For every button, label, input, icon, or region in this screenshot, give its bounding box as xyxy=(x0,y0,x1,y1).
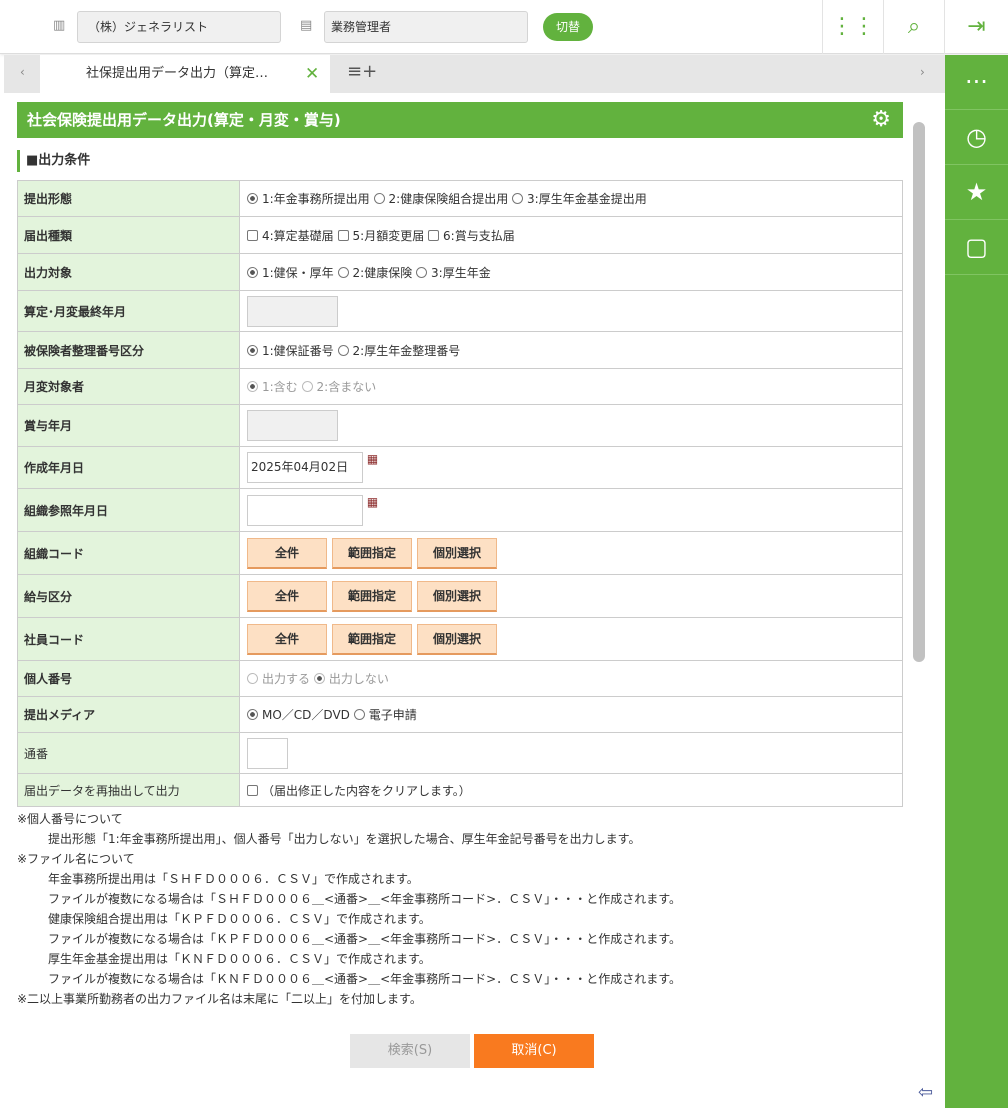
org-range-button[interactable]: 範囲指定 xyxy=(332,537,412,569)
conditions-table: 提出形態 1:年金事務所提出用 2:健康保険組合提出用 3:厚生年金基金提出用 届… xyxy=(17,180,903,807)
close-tab-icon[interactable]: ✕ xyxy=(305,55,319,93)
label-pay-class: 給与区分 xyxy=(17,574,240,618)
pay-individual-button[interactable]: 個別選択 xyxy=(417,580,497,612)
notice-type-checkboxes[interactable]: 4:算定基礎届 5:月額変更届 6:賞与支払届 xyxy=(239,216,903,254)
label-employee-code: 社員コード xyxy=(17,617,240,661)
building-icon: ▥ xyxy=(53,18,66,33)
label-final-month: 算定･月変最終年月 xyxy=(17,290,240,332)
logout-icon[interactable]: ⇥ xyxy=(944,0,1008,54)
label-notice-type: 届出種類 xyxy=(17,216,240,254)
note: ※個人番号について xyxy=(17,812,123,826)
pay-all-button[interactable]: 全件 xyxy=(247,580,327,612)
search-icon[interactable]: ⌕ xyxy=(883,0,944,54)
section-title: ■出力条件 xyxy=(17,150,903,172)
label-insured-number: 被保険者整理番号区分 xyxy=(17,331,240,369)
cancel-button[interactable]: 取消(C) xyxy=(474,1034,594,1068)
note: 提出形態「1:年金事務所提出用」、個人番号「出力しない」を選択した場合、厚生年金… xyxy=(48,832,641,846)
insured-number-radios[interactable]: 1:健保証番号 2:厚生年金整理番号 xyxy=(239,331,903,369)
emp-range-button[interactable]: 範囲指定 xyxy=(332,623,412,655)
label-media: 提出メディア xyxy=(17,696,240,733)
tab-active[interactable]: 社保提出用データ出力（算定… ✕ xyxy=(40,55,330,93)
bonus-month-input xyxy=(247,410,338,441)
apps-grid-icon[interactable]: ⋮⋮ xyxy=(822,0,883,54)
company-field[interactable]: （株）ジェネラリスト xyxy=(77,11,281,43)
note: 年金事務所提出用は「ＳＨＦＤ０００６．ＣＳＶ」で作成されます。 xyxy=(48,872,419,886)
label-monthly-change: 月変対象者 xyxy=(17,368,240,405)
reextract-checkbox[interactable]: （届出修正した内容をクリアします。） xyxy=(239,773,903,807)
note: 厚生年金基金提出用は「ＫＮＦＤ０００６．ＣＳＶ」で作成されます。 xyxy=(48,952,431,966)
label-org-code: 組織コード xyxy=(17,531,240,575)
switch-button[interactable]: 切替 xyxy=(543,13,593,41)
tab-label: 社保提出用データ出力（算定… xyxy=(86,66,269,81)
final-month-input xyxy=(247,295,338,327)
emp-individual-button[interactable]: 個別選択 xyxy=(417,623,497,655)
label-reextract: 届出データを再抽出して出力 xyxy=(17,773,240,807)
collapse-arrow-icon[interactable]: ⇦ xyxy=(918,1082,933,1103)
output-target-radios[interactable]: 1:健保・厚年 2:健康保険 3:厚生年金 xyxy=(239,253,903,291)
tab-scroll-right-icon[interactable]: › xyxy=(920,65,925,79)
add-tab-icon[interactable]: ≡+ xyxy=(347,61,377,82)
right-sidebar: ··· ◷ ★ ▢ xyxy=(945,55,1008,1108)
calendar-icon[interactable]: ▦ xyxy=(367,495,378,509)
notes: ※個人番号について 提出形態「1:年金事務所提出用」、個人番号「出力しない」を選… xyxy=(17,809,903,1009)
serial-input[interactable] xyxy=(247,737,288,769)
gear-icon[interactable]: ⚙ xyxy=(871,102,891,138)
note: ファイルが複数になる場合は「ＳＨＦＤ０００６＿<通番>＿<年金事務所コード>．Ｃ… xyxy=(48,892,682,906)
label-serial: 通番 xyxy=(17,732,240,774)
note: ※二以上事業所勤務者の出力ファイル名は末尾に「二以上」を付加します。 xyxy=(17,992,422,1006)
label-output-target: 出力対象 xyxy=(17,253,240,291)
label-my-number: 個人番号 xyxy=(17,660,240,697)
clipboard-icon: ▤ xyxy=(300,18,313,33)
label-bonus-month: 賞与年月 xyxy=(17,404,240,447)
tab-scroll-left-icon[interactable]: ‹ xyxy=(20,65,25,79)
role-field[interactable]: 業務管理者 xyxy=(324,11,528,43)
inbox-icon[interactable]: ▢ xyxy=(945,220,1008,275)
search-button[interactable]: 検索(S) xyxy=(350,1034,470,1068)
monthly-change-radios: 1:含む 2:含まない xyxy=(239,368,903,405)
org-all-button[interactable]: 全件 xyxy=(247,537,327,569)
pay-range-button[interactable]: 範囲指定 xyxy=(332,580,412,612)
calendar-icon[interactable]: ▦ xyxy=(367,452,378,466)
org-ref-date-input[interactable] xyxy=(247,494,363,526)
note: ファイルが複数になる場合は「ＫＮＦＤ０００６＿<通番>＿<年金事務所コード>．Ｃ… xyxy=(48,972,682,986)
more-icon[interactable]: ··· xyxy=(945,55,1008,110)
media-radios[interactable]: MO／CD／DVD 電子申請 xyxy=(239,696,903,733)
star-icon[interactable]: ★ xyxy=(945,165,1008,220)
label-org-ref-date: 組織参照年月日 xyxy=(17,488,240,532)
top-bar: ▥ （株）ジェネラリスト ▤ 業務管理者 切替 ⋮⋮ ⌕ ⇥ xyxy=(0,0,1008,54)
note: ファイルが複数になる場合は「ＫＰＦＤ０００６＿<通番>＿<年金事務所コード>．Ｃ… xyxy=(48,932,682,946)
submit-form-radios[interactable]: 1:年金事務所提出用 2:健康保険組合提出用 3:厚生年金基金提出用 xyxy=(239,180,903,217)
label-submit-form: 提出形態 xyxy=(17,180,240,217)
org-individual-button[interactable]: 個別選択 xyxy=(417,537,497,569)
scrollbar[interactable] xyxy=(913,122,925,662)
emp-all-button[interactable]: 全件 xyxy=(247,623,327,655)
note: ※ファイル名について xyxy=(17,852,135,866)
main-content: 社会保険提出用データ出力(算定・月変・賞与) ⚙ ■出力条件 提出形態 1:年金事… xyxy=(17,102,903,1009)
label-created-date: 作成年月日 xyxy=(17,446,240,489)
created-date-input[interactable]: 2025年04月02日 xyxy=(247,452,363,483)
page-title: 社会保険提出用データ出力(算定・月変・賞与) ⚙ xyxy=(17,102,903,138)
my-number-radios: 出力する 出力しない xyxy=(239,660,903,697)
tab-bar: ‹ 社保提出用データ出力（算定… ✕ ≡+ › xyxy=(4,55,945,93)
history-icon[interactable]: ◷ xyxy=(945,110,1008,165)
note: 健康保険組合提出用は「ＫＰＦＤ０００６．ＣＳＶ」で作成されます。 xyxy=(48,912,431,926)
